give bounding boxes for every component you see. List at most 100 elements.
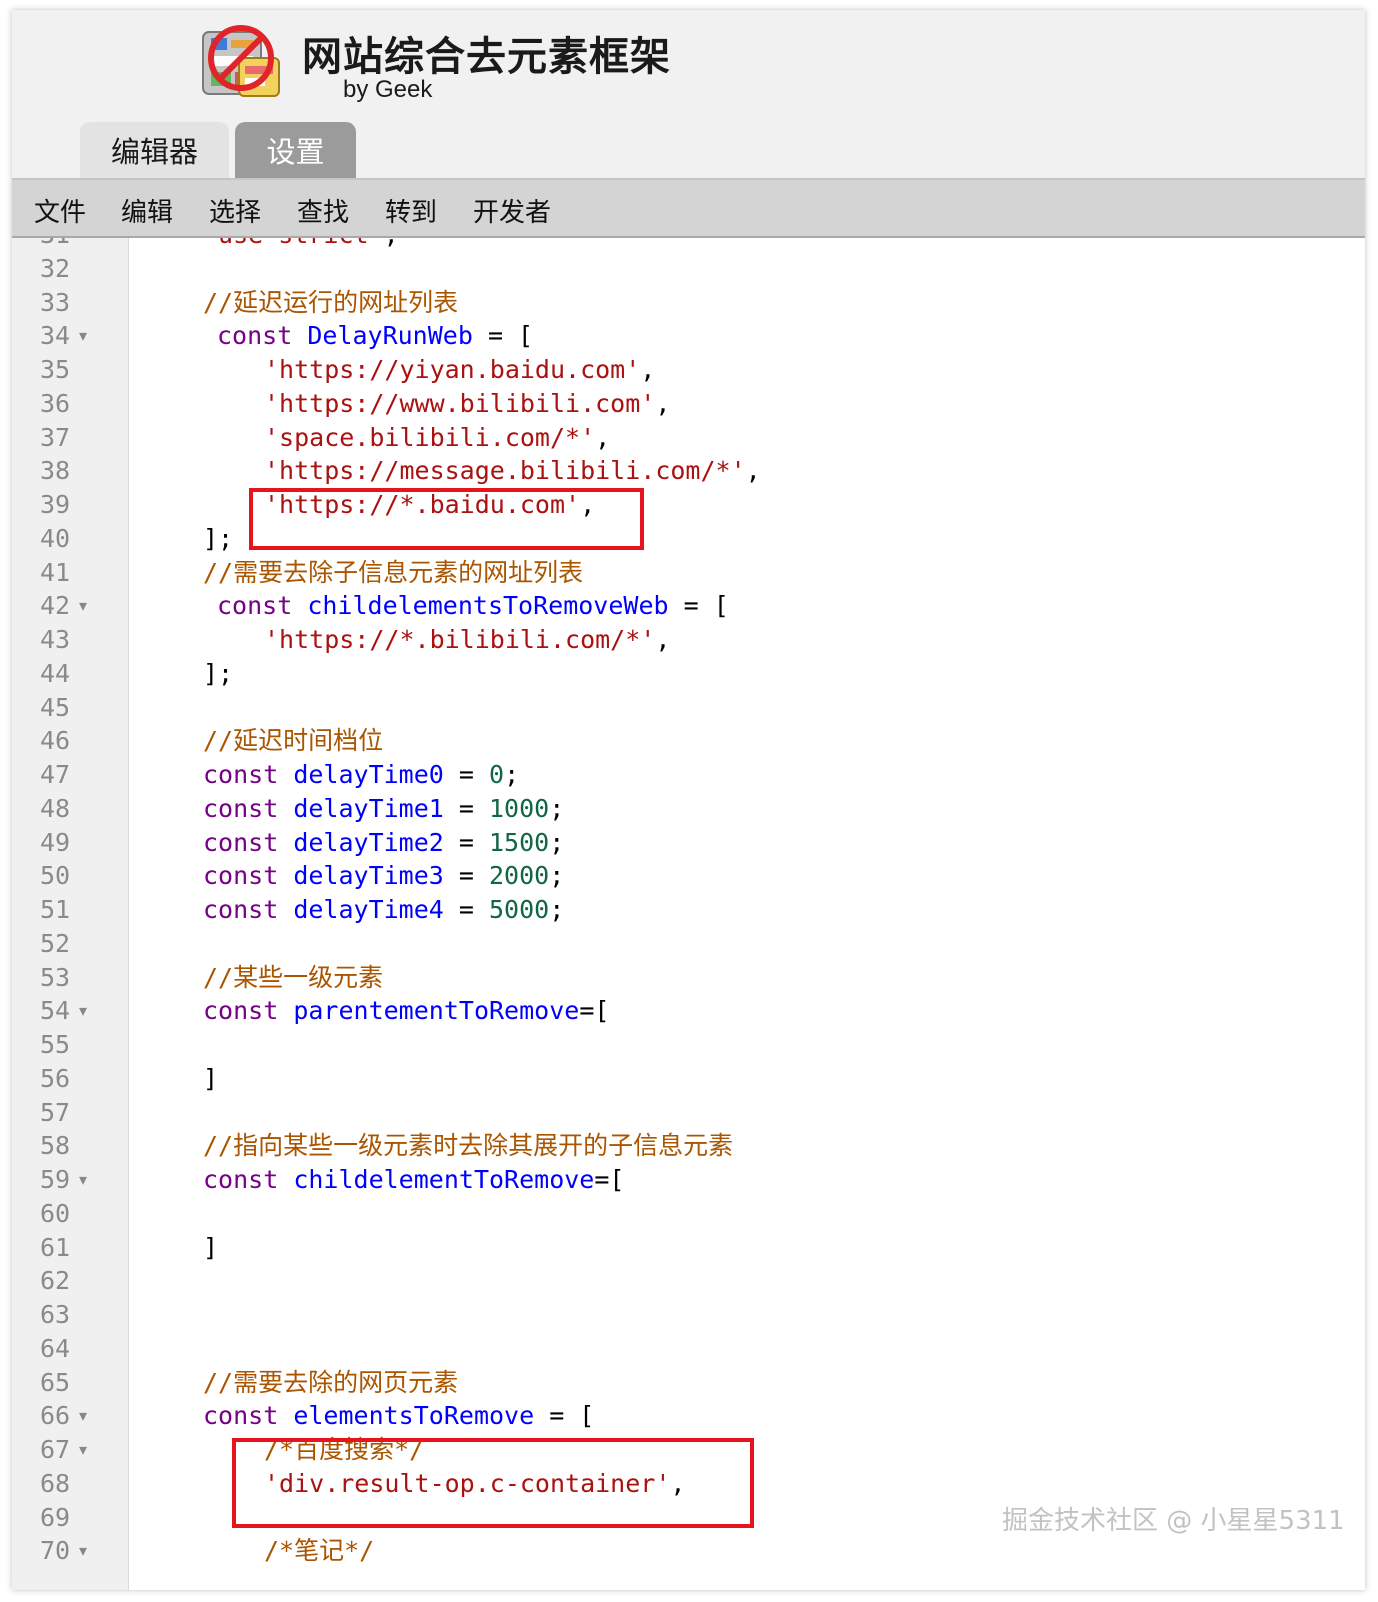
code-line[interactable]: 43 'https://*.bilibili.com/*', <box>12 623 1365 657</box>
code-line[interactable]: 64 <box>12 1332 1365 1366</box>
line-number: 68 <box>40 1468 71 1498</box>
line-number: 56 <box>40 1063 71 1093</box>
code-line[interactable]: 31 'use strict'; <box>12 238 1365 252</box>
fold-arrow-icon[interactable]: ▾ <box>79 1163 87 1197</box>
code-line[interactable]: 38 'https://message.bilibili.com/*', <box>12 454 1365 488</box>
fold-arrow-icon[interactable]: ▾ <box>79 1399 87 1433</box>
code-line[interactable]: 40]; <box>12 522 1365 556</box>
code-line[interactable]: 45 <box>12 691 1365 725</box>
line-number: 34 <box>40 321 71 351</box>
code-editor[interactable]: 31 'use strict'; 32 33 //延迟运行的网址列表 34 ▾ const D… <box>12 238 1365 1590</box>
line-number: 69 <box>40 1502 71 1532</box>
code-line[interactable]: 70 ▾ /*笔记*/ <box>12 1534 1365 1568</box>
line-number: 67 <box>40 1435 71 1464</box>
line-number: 53 <box>40 962 71 992</box>
line-number: 43 <box>40 625 71 654</box>
line-number: 54 <box>40 996 71 1026</box>
code-text: //需要去除子信息元素的网址列表 <box>203 557 584 587</box>
code-line[interactable]: 62 <box>12 1264 1365 1298</box>
fold-arrow-icon[interactable]: ▾ <box>79 319 87 353</box>
code-line[interactable]: 37 'space.bilibili.com/*', <box>12 421 1365 455</box>
line-number: 62 <box>40 1266 71 1296</box>
code-lines[interactable]: 31 'use strict'; 32 33 //延迟运行的网址列表 34 ▾ const D… <box>12 238 1365 1568</box>
code-line[interactable]: 54 ▾ const parentementToRemove=[ <box>12 994 1365 1028</box>
code-line[interactable]: 47 const delayTime0 = 0; <box>12 758 1365 792</box>
fold-arrow-icon[interactable]: ▾ <box>79 589 87 623</box>
menu-file[interactable]: 文件 <box>34 192 86 229</box>
code-line[interactable]: 34 ▾ const DelayRunWeb = [ <box>12 319 1365 353</box>
line-number: 61 <box>40 1232 71 1262</box>
line-number: 31 <box>40 238 70 252</box>
code-text: ] <box>203 1232 219 1262</box>
app-logo-icon <box>199 18 283 102</box>
code-text: const childelementsToRemoveWeb = [ <box>217 591 729 621</box>
code-line[interactable]: 32 <box>12 252 1365 286</box>
line-number: 39 <box>40 490 71 519</box>
code-line[interactable]: 60 <box>12 1197 1365 1231</box>
line-number: 32 <box>40 253 71 283</box>
code-line[interactable]: 46 //延迟时间档位 <box>12 724 1365 758</box>
code-line[interactable]: 50 const delayTime3 = 2000; <box>12 859 1365 893</box>
code-text: ] <box>203 1063 219 1093</box>
code-line[interactable]: 48 const delayTime1 = 1000; <box>12 792 1365 826</box>
code-line[interactable]: 65 //需要去除的网页元素 <box>12 1366 1365 1400</box>
line-number: 42 <box>40 591 71 621</box>
code-text: //指向某些一级元素时去除其展开的子信息元素 <box>203 1131 734 1161</box>
code-text: //延迟时间档位 <box>203 726 384 756</box>
code-line[interactable]: 42 ▾ const childelementsToRemoveWeb = [ <box>12 589 1365 623</box>
code-line[interactable]: 41 //需要去除子信息元素的网址列表 <box>12 556 1365 590</box>
menu-developer[interactable]: 开发者 <box>473 192 551 229</box>
code-line[interactable]: 49 const delayTime2 = 1500; <box>12 826 1365 860</box>
highlight-box-baidu-url <box>249 488 644 550</box>
line-number: 66 <box>40 1401 71 1431</box>
code-line[interactable]: 33 //延迟运行的网址列表 <box>12 286 1365 320</box>
code-text: ]; <box>203 658 234 688</box>
tab-editor[interactable]: 编辑器 <box>80 122 229 178</box>
code-line[interactable]: 57 <box>12 1096 1365 1130</box>
line-number: 55 <box>40 1030 71 1059</box>
menu-edit[interactable]: 编辑 <box>121 192 173 229</box>
code-text: const delayTime3 = 2000; <box>203 861 565 891</box>
code-line[interactable]: 51 const delayTime4 = 5000; <box>12 893 1365 927</box>
code-text: //需要去除的网页元素 <box>203 1367 459 1397</box>
code-line[interactable]: 66 ▾ const elementsToRemove = [ <box>12 1399 1365 1433</box>
code-line[interactable]: 44]; <box>12 657 1365 691</box>
code-text: 'use strict'; <box>203 238 399 252</box>
code-line[interactable]: 55 <box>12 1028 1365 1062</box>
code-line[interactable]: 36 'https://www.bilibili.com', <box>12 387 1365 421</box>
line-number: 37 <box>40 422 71 452</box>
code-text: 'https://yiyan.baidu.com', <box>264 355 656 384</box>
line-number: 35 <box>40 355 71 384</box>
code-line[interactable]: 61] <box>12 1231 1365 1265</box>
line-number: 65 <box>40 1367 71 1397</box>
line-number: 48 <box>40 793 71 823</box>
line-number: 41 <box>40 557 71 587</box>
code-text: 'https://www.bilibili.com', <box>264 388 671 418</box>
code-line[interactable]: 52 <box>12 927 1365 961</box>
code-line[interactable]: 35 'https://yiyan.baidu.com', <box>12 353 1365 387</box>
code-text: const DelayRunWeb = [ <box>217 321 534 351</box>
menu-goto[interactable]: 转到 <box>385 192 437 229</box>
menu-select[interactable]: 选择 <box>209 192 261 229</box>
line-number: 49 <box>40 827 71 857</box>
line-number: 59 <box>40 1165 71 1194</box>
line-number: 51 <box>40 895 71 924</box>
app-header: 网站综合去元素框架 by Geek 编辑器 设置 <box>12 10 1365 178</box>
code-line[interactable]: 63 <box>12 1298 1365 1332</box>
menu-bar: 文件 编辑 选择 查找 转到 开发者 <box>12 178 1365 238</box>
fold-arrow-icon[interactable]: ▾ <box>79 1433 87 1467</box>
fold-arrow-icon[interactable]: ▾ <box>79 994 87 1028</box>
line-number: 38 <box>40 456 71 486</box>
code-line[interactable]: 58 //指向某些一级元素时去除其展开的子信息元素 <box>12 1129 1365 1163</box>
code-text: /*笔记*/ <box>264 1536 375 1566</box>
fold-arrow-icon[interactable]: ▾ <box>79 1534 87 1568</box>
code-text: const childelementToRemove=[ <box>203 1165 625 1194</box>
line-number: 33 <box>40 287 71 317</box>
line-number: 36 <box>40 388 71 418</box>
code-line[interactable]: 39'https://*.baidu.com', <box>12 488 1365 522</box>
code-line[interactable]: 56] <box>12 1062 1365 1096</box>
code-line[interactable]: 59 ▾ const childelementToRemove=[ <box>12 1163 1365 1197</box>
menu-find[interactable]: 查找 <box>297 192 349 229</box>
code-line[interactable]: 53 //某些一级元素 <box>12 961 1365 995</box>
tab-settings[interactable]: 设置 <box>235 122 356 178</box>
